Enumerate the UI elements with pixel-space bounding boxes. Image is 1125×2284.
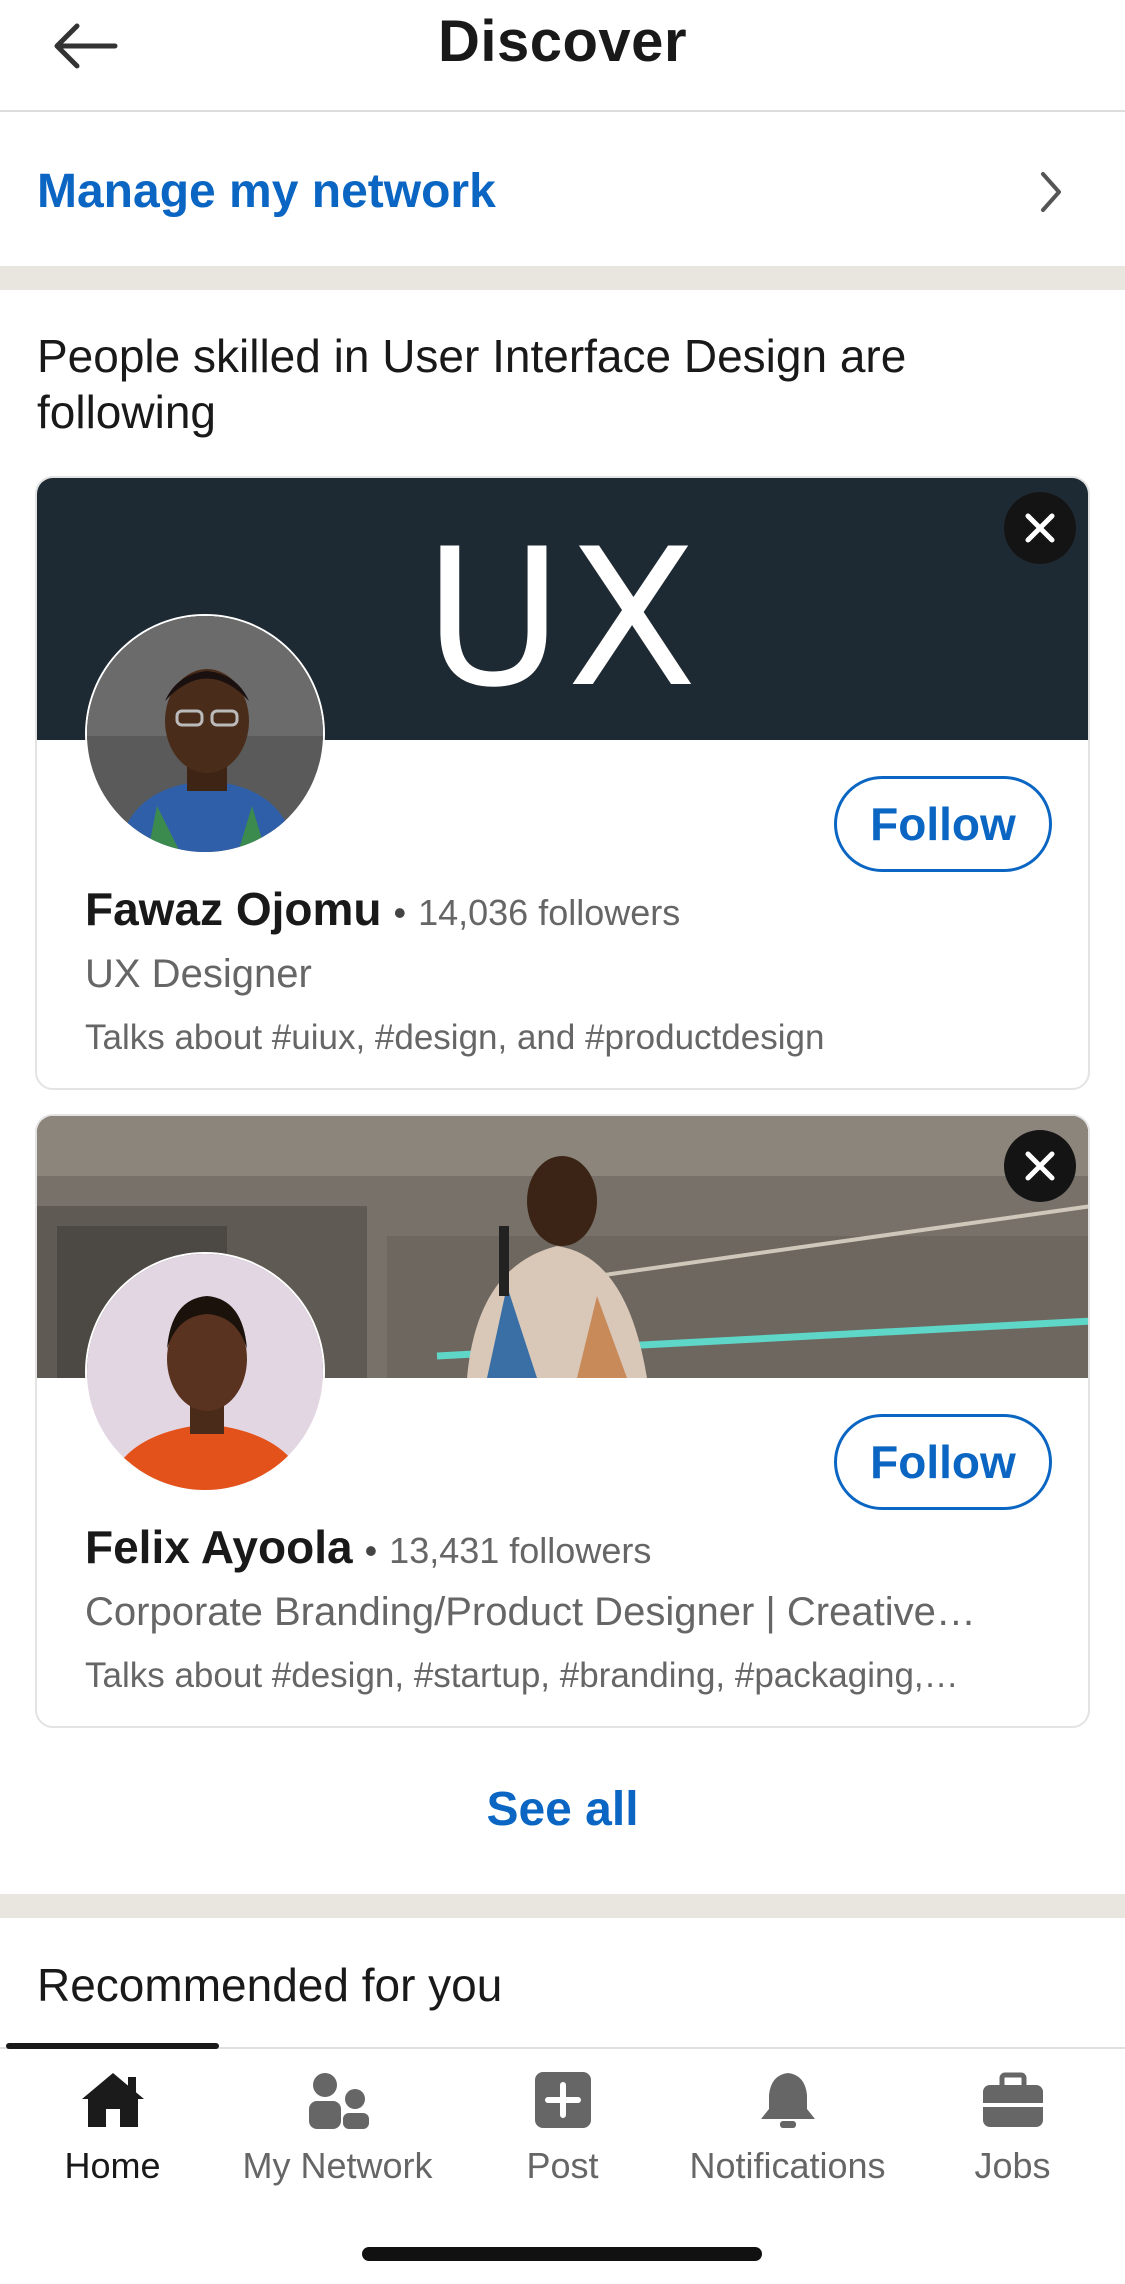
person-topics: Talks about #uiux, #design, and #product… bbox=[85, 1018, 825, 1057]
recommended-heading: Recommended for you bbox=[37, 1959, 503, 2011]
nav-notifications[interactable]: Notifications bbox=[675, 2067, 900, 2197]
people-icon bbox=[303, 2067, 373, 2133]
nav-jobs-label: Jobs bbox=[974, 2145, 1051, 2186]
separator-dot: • bbox=[393, 892, 407, 933]
section-divider bbox=[0, 1894, 1125, 1918]
dismiss-button[interactable] bbox=[1004, 1130, 1076, 1202]
nav-jobs[interactable]: Jobs bbox=[900, 2067, 1125, 2197]
nav-notifications-label: Notifications bbox=[689, 2145, 886, 2186]
avatar-image bbox=[87, 1254, 323, 1490]
nav-my-network[interactable]: My Network bbox=[225, 2067, 450, 2197]
person-headline: Corporate Branding/Product Designer | Cr… bbox=[85, 1590, 976, 1634]
top-bar: Discover bbox=[0, 0, 1125, 112]
avatar[interactable] bbox=[85, 614, 325, 854]
dismiss-button[interactable] bbox=[1004, 492, 1076, 564]
follower-count: 13,431 followers bbox=[389, 1530, 652, 1571]
section-divider bbox=[0, 266, 1125, 290]
home-indicator[interactable] bbox=[362, 2247, 762, 2261]
separator-dot: • bbox=[364, 1530, 378, 1571]
person-name[interactable]: Fawaz Ojomu bbox=[85, 882, 381, 936]
person-card[interactable]: UX Follow Fawaz Ojomu • 14,036 followers… bbox=[35, 476, 1090, 1090]
manage-network-label: Manage my network bbox=[37, 165, 496, 218]
close-icon bbox=[1025, 513, 1055, 543]
person-name[interactable]: Felix Ayoola bbox=[85, 1520, 353, 1574]
nav-post-label: Post bbox=[526, 2145, 599, 2186]
avatar[interactable] bbox=[85, 1252, 325, 1492]
person-headline: UX Designer bbox=[85, 952, 312, 996]
manage-network-row[interactable]: Manage my network bbox=[0, 114, 1125, 266]
page-title: Discover bbox=[437, 9, 688, 74]
briefcase-icon bbox=[978, 2067, 1048, 2133]
avatar-image bbox=[87, 616, 323, 852]
nav-home-label: Home bbox=[64, 2145, 161, 2186]
home-icon bbox=[78, 2067, 148, 2133]
section-heading: People skilled in User Interface Design … bbox=[37, 330, 907, 438]
chevron-right-icon bbox=[1041, 172, 1061, 212]
plus-square-icon bbox=[528, 2067, 598, 2133]
bell-icon bbox=[753, 2067, 823, 2133]
follower-count: 14,036 followers bbox=[418, 892, 681, 933]
nav-post[interactable]: Post bbox=[450, 2067, 675, 2197]
see-all-link[interactable]: See all bbox=[0, 1782, 1125, 1837]
follow-button[interactable]: Follow bbox=[834, 776, 1052, 872]
follow-button[interactable]: Follow bbox=[834, 1414, 1052, 1510]
nav-my-network-label: My Network bbox=[242, 2145, 433, 2186]
name-line: Fawaz Ojomu • 14,036 followers bbox=[85, 882, 680, 936]
close-icon bbox=[1025, 1151, 1055, 1181]
active-tab-indicator bbox=[6, 2043, 219, 2049]
name-line: Felix Ayoola • 13,431 followers bbox=[85, 1520, 651, 1574]
nav-home[interactable]: Home bbox=[0, 2067, 225, 2197]
person-topics: Talks about #design, #startup, #branding… bbox=[85, 1656, 959, 1695]
person-card[interactable]: Follow Felix Ayoola • 13,431 followers C… bbox=[35, 1114, 1090, 1728]
